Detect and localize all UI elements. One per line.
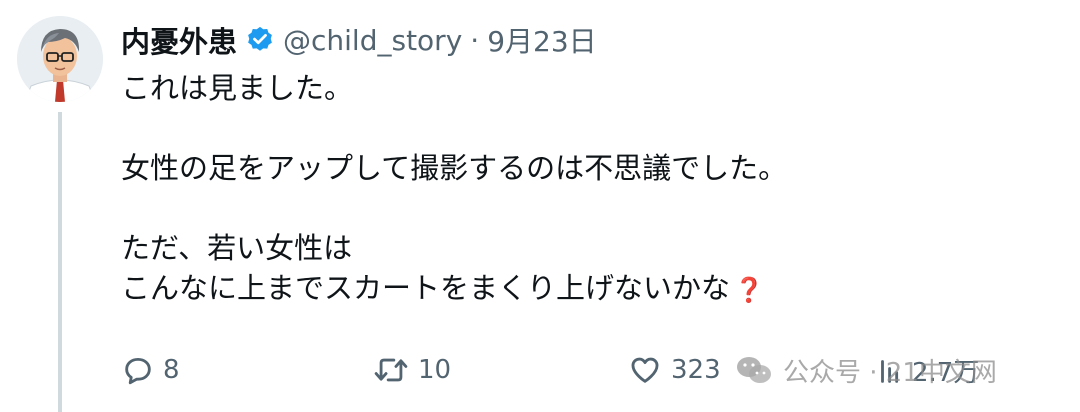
tweet-header: 内憂外患 @child_story · 9月23日	[121, 18, 597, 62]
tweet-text-line: ただ、若い女性は	[121, 231, 353, 265]
red-question-mark-emoji: ❓	[734, 276, 764, 304]
display-name[interactable]: 内憂外患	[121, 19, 237, 61]
like-count: 323	[671, 355, 721, 385]
anime-man-glasses-avatar-icon	[17, 16, 103, 102]
wechat-icon	[737, 357, 771, 383]
tweet-text-line: 女性の足をアップして撮影するのは不思議でした。	[121, 151, 788, 185]
tweet-date[interactable]: 9月23日	[487, 20, 596, 60]
heart-icon	[631, 357, 659, 383]
tweet-text-line-content: こんなに上までスカートをまくり上げないかな	[121, 271, 731, 305]
header-separator: ·	[470, 23, 480, 57]
verified-badge-icon	[245, 25, 275, 55]
reply-icon	[125, 357, 151, 385]
avatar[interactable]	[17, 16, 103, 102]
user-handle[interactable]: @child_story	[283, 24, 462, 57]
reply-count: 8	[163, 355, 180, 385]
retweet-icon	[374, 358, 408, 382]
retweet-count: 10	[418, 355, 452, 385]
like-button[interactable]: 323	[627, 348, 721, 392]
tweet-text: これは見ました。 女性の足をアップして撮影するのは不思議でした。 ただ、若い女性…	[121, 68, 1021, 308]
watermark: 公众号 · 21中文网	[735, 348, 997, 392]
tweet-text-line-last: こんなに上までスカートをまくり上げないかな ❓	[121, 268, 1021, 308]
tweet-text-line: これは見ました。	[121, 71, 354, 105]
retweet-button[interactable]: 10	[372, 348, 451, 392]
reply-button[interactable]: 8	[121, 348, 180, 392]
watermark-text: 公众号 · 21中文网	[783, 357, 997, 388]
